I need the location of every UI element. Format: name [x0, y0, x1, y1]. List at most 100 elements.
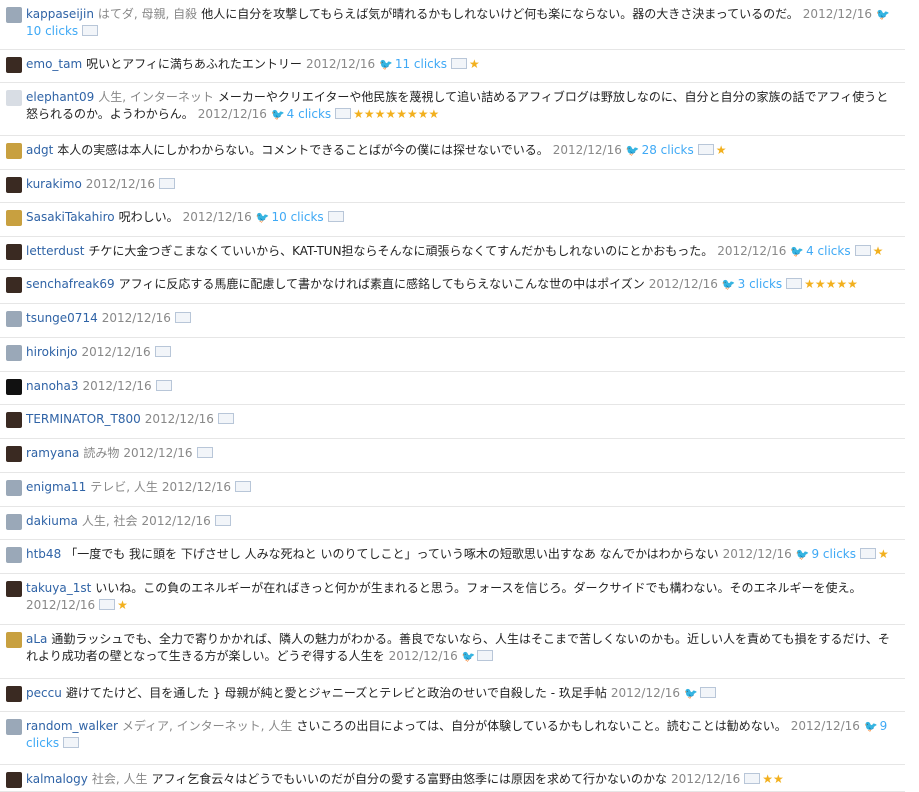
user-avatar[interactable]	[6, 143, 22, 159]
bird-icon[interactable]: 🐦	[271, 108, 285, 121]
username-link[interactable]: random_walker	[26, 719, 118, 733]
star-icon[interactable]: ★	[469, 57, 480, 71]
username-link[interactable]: peccu	[26, 686, 62, 700]
bird-icon[interactable]: 🐦	[256, 211, 270, 224]
star-icon[interactable]: ★	[873, 244, 884, 258]
add-bookmark-icon[interactable]	[155, 380, 172, 391]
bookmark-date[interactable]: 2012/12/16	[26, 598, 95, 612]
user-avatar[interactable]	[6, 446, 22, 462]
bookmark-date[interactable]: 2012/12/16	[183, 210, 252, 224]
username-link[interactable]: aLa	[26, 632, 47, 646]
user-avatar[interactable]	[6, 547, 22, 563]
add-bookmark-icon[interactable]	[327, 211, 344, 222]
twitter-clicks-link[interactable]: 3 clicks	[738, 277, 783, 291]
tag-list[interactable]: テレビ, 人生	[90, 480, 158, 494]
username-link[interactable]: tsunge0714	[26, 311, 98, 325]
username-link[interactable]: senchafreak69	[26, 277, 115, 291]
user-avatar[interactable]	[6, 277, 22, 293]
bird-icon[interactable]: 🐦	[379, 58, 393, 71]
bookmark-date[interactable]: 2012/12/16	[791, 719, 860, 733]
bookmark-date[interactable]: 2012/12/16	[306, 57, 375, 71]
bird-icon[interactable]: 🐦	[876, 8, 890, 21]
add-bookmark-icon[interactable]	[63, 737, 80, 748]
add-bookmark-icon[interactable]	[335, 108, 352, 119]
add-bookmark-icon[interactable]	[477, 650, 494, 661]
star-icon[interactable]: ★★★★★★★★	[353, 107, 439, 121]
bookmark-date[interactable]: 2012/12/16	[649, 277, 718, 291]
bird-icon[interactable]: 🐦	[626, 144, 640, 157]
username-link[interactable]: kurakimo	[26, 177, 82, 191]
twitter-clicks-link[interactable]: 10 clicks	[272, 210, 324, 224]
username-link[interactable]: kappaseijin	[26, 7, 94, 21]
username-link[interactable]: emo_tam	[26, 57, 82, 71]
twitter-clicks-link[interactable]: 11 clicks	[395, 57, 447, 71]
tag-list[interactable]: メディア, インターネット, 人生	[122, 719, 292, 733]
user-avatar[interactable]	[6, 57, 22, 73]
user-avatar[interactable]	[6, 210, 22, 226]
user-avatar[interactable]	[6, 379, 22, 395]
bookmark-date[interactable]: 2012/12/16	[553, 143, 622, 157]
bird-icon[interactable]: 🐦	[684, 687, 698, 700]
bookmark-date[interactable]: 2012/12/16	[723, 547, 792, 561]
bookmark-date[interactable]: 2012/12/16	[145, 412, 214, 426]
user-avatar[interactable]	[6, 90, 22, 106]
add-bookmark-icon[interactable]	[786, 278, 803, 289]
add-bookmark-icon[interactable]	[450, 58, 467, 69]
user-avatar[interactable]	[6, 514, 22, 530]
username-link[interactable]: enigma11	[26, 480, 86, 494]
add-bookmark-icon[interactable]	[860, 548, 876, 559]
twitter-clicks-link[interactable]: 4 clicks	[287, 107, 332, 121]
username-link[interactable]: htb48	[26, 547, 61, 561]
bookmark-date[interactable]: 2012/12/16	[86, 177, 155, 191]
star-icon[interactable]: ★★★★★	[804, 277, 858, 291]
user-avatar[interactable]	[6, 311, 22, 327]
add-bookmark-icon[interactable]	[99, 599, 116, 610]
add-bookmark-icon[interactable]	[158, 178, 175, 189]
bookmark-date[interactable]: 2012/12/16	[389, 649, 458, 663]
user-avatar[interactable]	[6, 719, 22, 735]
bookmark-date[interactable]: 2012/12/16	[611, 686, 680, 700]
add-bookmark-icon[interactable]	[217, 413, 234, 424]
user-avatar[interactable]	[6, 7, 22, 23]
add-bookmark-icon[interactable]	[744, 773, 761, 784]
bookmark-date[interactable]: 2012/12/16	[142, 514, 211, 528]
add-bookmark-icon[interactable]	[235, 481, 252, 492]
add-bookmark-icon[interactable]	[174, 312, 191, 323]
bookmark-date[interactable]: 2012/12/16	[717, 244, 786, 258]
bookmark-date[interactable]: 2012/12/16	[123, 446, 192, 460]
username-link[interactable]: adgt	[26, 143, 53, 157]
tag-list[interactable]: 社会, 人生	[92, 772, 148, 786]
user-avatar[interactable]	[6, 632, 22, 648]
bookmark-date[interactable]: 2012/12/16	[198, 107, 267, 121]
add-bookmark-icon[interactable]	[699, 687, 716, 698]
user-avatar[interactable]	[6, 177, 22, 193]
user-avatar[interactable]	[6, 772, 22, 788]
bookmark-date[interactable]: 2012/12/16	[803, 7, 872, 21]
tag-list[interactable]: はてダ, 母親, 自殺	[98, 7, 197, 21]
tag-list[interactable]: 人生, インターネット	[98, 90, 214, 104]
username-link[interactable]: TERMINATOR_T800	[26, 412, 141, 426]
user-avatar[interactable]	[6, 480, 22, 496]
username-link[interactable]: ramyana	[26, 446, 79, 460]
username-link[interactable]: nanoha3	[26, 379, 79, 393]
add-bookmark-icon[interactable]	[154, 346, 171, 357]
bird-icon[interactable]: 🐦	[722, 278, 736, 291]
add-bookmark-icon[interactable]	[82, 25, 99, 36]
star-icon[interactable]: ★	[117, 598, 128, 612]
user-avatar[interactable]	[6, 345, 22, 361]
twitter-clicks-link[interactable]: 9 clicks	[811, 547, 856, 561]
username-link[interactable]: takuya_1st	[26, 581, 91, 595]
bird-icon[interactable]: 🐦	[790, 245, 804, 258]
add-bookmark-icon[interactable]	[196, 447, 213, 458]
tag-list[interactable]: 読み物	[83, 446, 119, 460]
user-avatar[interactable]	[6, 581, 22, 597]
twitter-clicks-link[interactable]: 28 clicks	[642, 143, 694, 157]
username-link[interactable]: dakiuma	[26, 514, 78, 528]
username-link[interactable]: elephant09	[26, 90, 94, 104]
bookmark-date[interactable]: 2012/12/16	[82, 345, 151, 359]
twitter-clicks-link[interactable]: 4 clicks	[806, 244, 851, 258]
bookmark-date[interactable]: 2012/12/16	[102, 311, 171, 325]
twitter-clicks-link[interactable]: 10 clicks	[26, 24, 78, 38]
username-link[interactable]: hirokinjo	[26, 345, 78, 359]
bird-icon[interactable]: 🐦	[864, 720, 878, 733]
